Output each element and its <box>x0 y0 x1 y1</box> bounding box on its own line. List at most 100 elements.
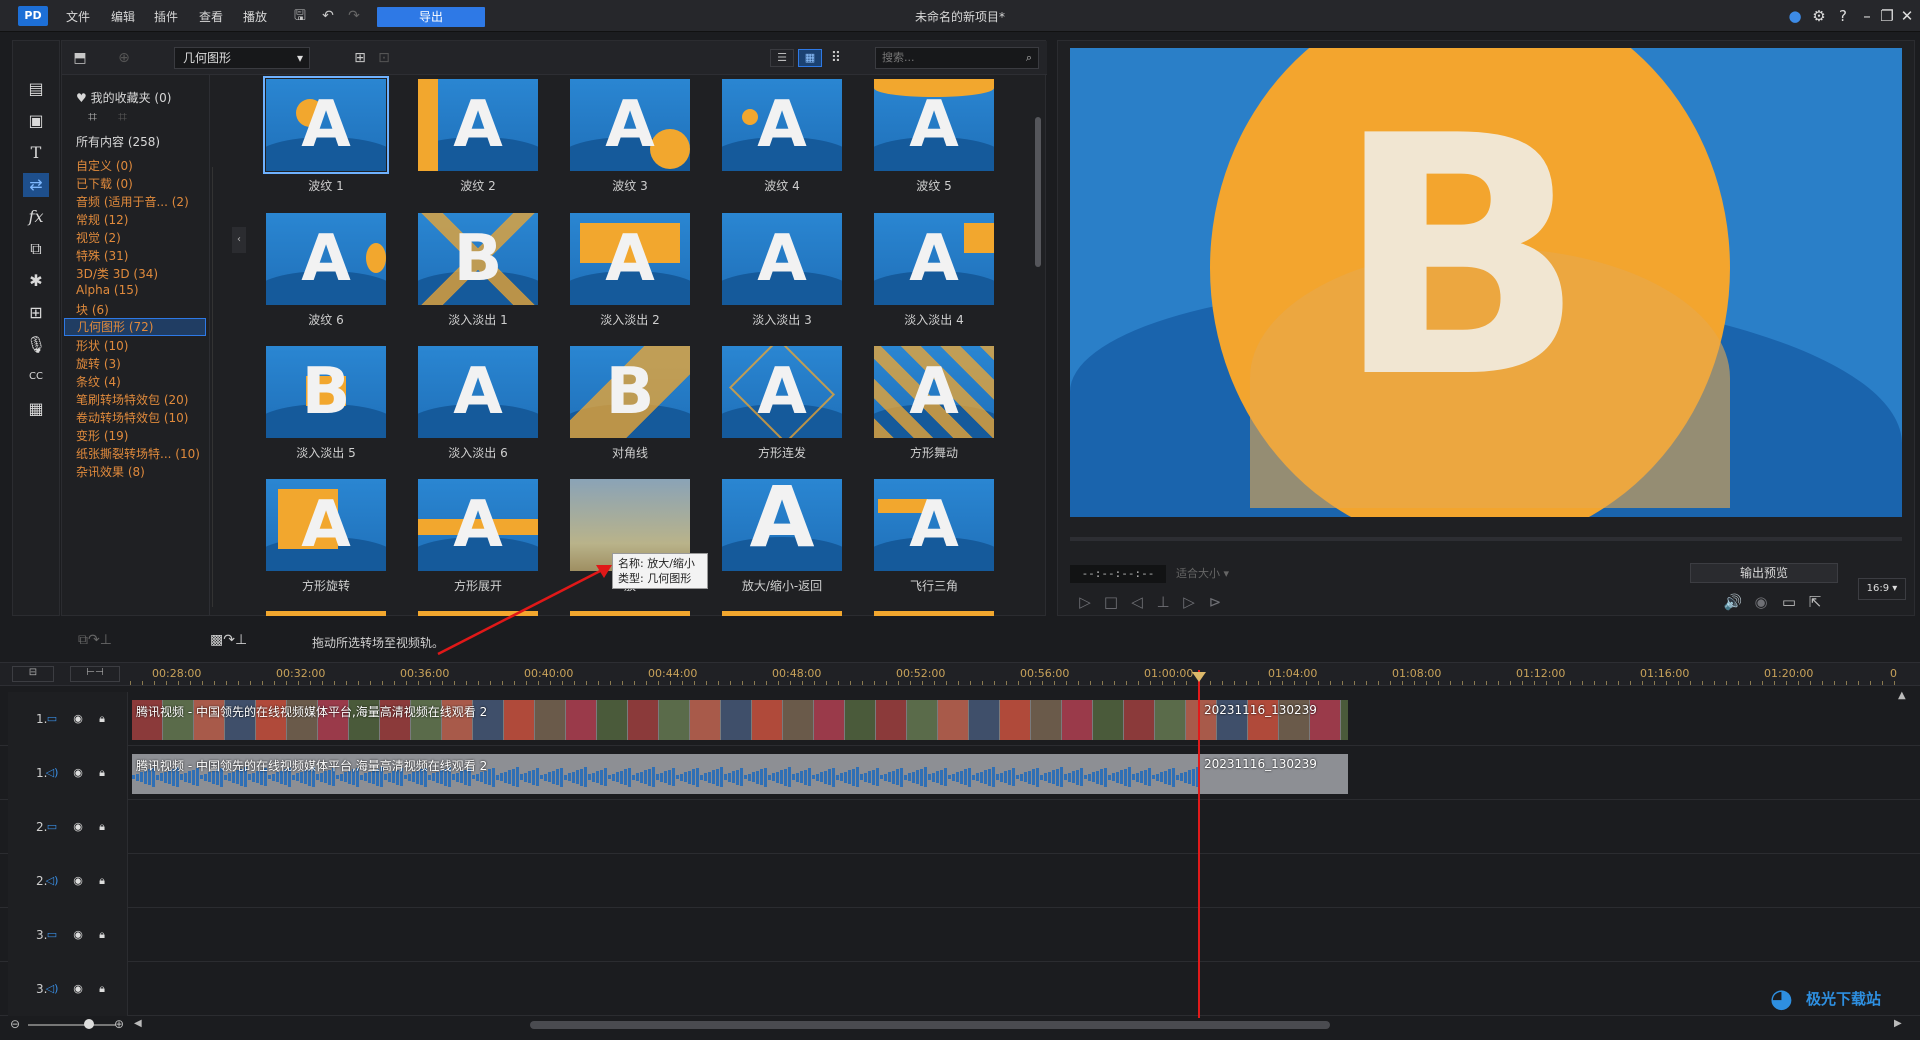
eye-icon[interactable]: ◉ <box>70 874 86 888</box>
zoom-slider-knob[interactable] <box>84 1019 94 1029</box>
scroll-up-icon[interactable]: ▲ <box>1898 690 1906 701</box>
transition-thumbnail-partial[interactable] <box>570 611 690 616</box>
lock-icon[interactable]: 🔒︎ <box>94 766 110 780</box>
aspect-ratio-dropdown[interactable]: 16:9 ▾ <box>1858 578 1906 600</box>
waveform-bar <box>912 771 915 783</box>
lock-icon[interactable]: 🔒︎ <box>94 712 110 726</box>
transition-thumbnail[interactable]: A 放大/缩小-返回 <box>722 479 842 593</box>
transition-preview-image: A <box>570 213 690 305</box>
lock-icon[interactable]: 🔒︎ <box>94 820 110 834</box>
transition-thumbnail-partial[interactable] <box>418 611 538 616</box>
eye-icon[interactable]: ◉ <box>70 982 86 996</box>
next-frame-icon[interactable]: ▷ <box>1178 591 1200 613</box>
close-icon[interactable]: ✕ <box>1896 5 1918 27</box>
restore-icon[interactable]: ❐ <box>1876 5 1898 27</box>
undock-icon[interactable]: ⇱ <box>1804 591 1826 613</box>
subtitle-icon[interactable]: CC <box>23 365 49 389</box>
track-row-video[interactable]: 2. ▭ ◉ 🔒︎ <box>0 800 1920 854</box>
fx-room-icon[interactable]: fx <box>23 205 49 229</box>
title-room-icon[interactable]: T <box>23 141 49 165</box>
minimize-icon[interactable]: – <box>1856 5 1878 27</box>
grid-scrollbar-thumb[interactable] <box>1035 117 1041 267</box>
audio-clip[interactable]: 腾讯视频 - 中国领先的在线视频媒体平台,海量高清视频在线观看 2 202311… <box>132 754 1348 794</box>
volume-icon[interactable]: 🔊 <box>1722 591 1744 613</box>
waveform-bar <box>764 767 767 787</box>
zoom-out-icon[interactable]: ⊖ <box>10 1017 20 1031</box>
grid-scrollbar[interactable] <box>1034 77 1042 613</box>
waveform-bar <box>792 774 795 780</box>
timeline-horizontal-scrollbar[interactable] <box>530 1021 1330 1029</box>
eye-icon[interactable]: ◉ <box>70 928 86 942</box>
transition-thumbnail[interactable]: A 波纹 2 <box>418 79 538 193</box>
eye-icon[interactable]: ◉ <box>70 820 86 834</box>
track-row-audio[interactable]: 3. ◁) ◉ 🔒︎ <box>0 962 1920 1016</box>
lock-icon[interactable]: 🔒︎ <box>94 874 110 888</box>
video-clip[interactable]: 腾讯视频 - 中国领先的在线视频媒体平台,海量高清视频在线观看 2 202311… <box>132 700 1348 740</box>
video-room-icon[interactable]: ▣ <box>23 109 49 133</box>
transition-thumbnail-partial[interactable] <box>874 611 994 616</box>
transition-letter: A <box>453 488 503 562</box>
transition-thumbnail[interactable]: A 波纹 4 <box>722 79 842 193</box>
transition-settings-icon[interactable]: ▩↷⊥ <box>210 632 247 648</box>
transition-thumbnail[interactable]: B 淡入淡出 5 <box>266 346 386 460</box>
playhead[interactable] <box>1198 670 1200 1018</box>
split-icon[interactable]: ⊥ <box>1152 591 1174 613</box>
gear-icon[interactable]: ⚙ <box>1808 5 1830 27</box>
waveform-bar <box>648 768 651 786</box>
eye-icon[interactable]: ◉ <box>70 766 86 780</box>
fast-forward-icon[interactable]: ⊳ <box>1204 591 1226 613</box>
previous-frame-icon[interactable]: ◁ <box>1126 591 1148 613</box>
track-row-audio[interactable]: 2. ◁) ◉ 🔒︎ <box>0 854 1920 908</box>
transition-thumbnail[interactable]: A 淡入淡出 2 <box>570 213 690 327</box>
waveform-bar <box>228 773 231 781</box>
chapter-icon[interactable]: ▦ <box>23 397 49 421</box>
microphone-icon[interactable]: 🎙 <box>23 333 49 357</box>
fit-dropdown[interactable]: 适合大小 ▾ <box>1176 565 1256 583</box>
waveform-bar <box>920 768 923 786</box>
media-room-icon[interactable]: ▤ <box>23 77 49 101</box>
track-manager-icon[interactable]: ⊢⊣ <box>70 666 120 682</box>
transition-thumbnail-partial[interactable] <box>266 611 386 616</box>
transition-thumbnail[interactable]: A 方形展开 <box>418 479 538 593</box>
particle-room-icon[interactable]: ✱ <box>23 269 49 293</box>
transition-room-icon[interactable]: ⇄ <box>23 173 49 197</box>
waveform-bar <box>812 775 815 779</box>
fit-timeline-icon[interactable]: ⊟ <box>12 666 54 682</box>
pip-room-icon[interactable]: ⧉ <box>23 237 49 261</box>
edit-clip-icon[interactable]: ⧉↷⊥ <box>78 632 112 648</box>
transition-thumbnail[interactable]: A 淡入淡出 3 <box>722 213 842 327</box>
waveform-bar <box>132 775 135 779</box>
display-mode-icon[interactable]: ▭ <box>1778 591 1800 613</box>
transition-thumbnail-partial[interactable] <box>722 611 842 616</box>
help-icon[interactable]: ? <box>1832 5 1854 27</box>
snapshot-icon[interactable]: ◉ <box>1750 591 1772 613</box>
stop-icon[interactable]: □ <box>1100 591 1122 613</box>
transition-thumbnail[interactable]: A 淡入淡出 6 <box>418 346 538 460</box>
lock-icon[interactable]: 🔒︎ <box>94 982 110 996</box>
transition-thumbnail[interactable]: A 波纹 6 <box>266 213 386 327</box>
playhead-handle[interactable] <box>1192 672 1206 682</box>
transition-thumbnail[interactable]: A 波纹 5 <box>874 79 994 193</box>
lock-icon[interactable]: 🔒︎ <box>94 928 110 942</box>
play-icon[interactable]: ▷ <box>1074 591 1096 613</box>
zoom-slider[interactable] <box>28 1024 116 1026</box>
transition-thumbnail[interactable]: A 方形连发 <box>722 346 842 460</box>
transition-thumbnail[interactable]: A 方形旋转 <box>266 479 386 593</box>
audio-mix-icon[interactable]: ⊞ <box>23 301 49 325</box>
preview-seek-bar[interactable] <box>1070 537 1902 541</box>
eye-icon[interactable]: ◉ <box>70 712 86 726</box>
transition-thumbnail[interactable]: A 波纹 3 <box>570 79 690 193</box>
transition-thumbnail[interactable]: A 淡入淡出 4 <box>874 213 994 327</box>
transition-thumbnail[interactable]: A 波纹 1 <box>263 76 389 193</box>
transition-thumbnail[interactable]: A 飞行三角 <box>874 479 994 593</box>
transition-thumbnail[interactable]: B 对角线 <box>570 346 690 460</box>
timecode-display[interactable]: --:--:--:-- <box>1070 565 1166 583</box>
transition-thumbnail[interactable]: A 方形舞动 <box>874 346 994 460</box>
zoom-in-icon[interactable]: ⊕ <box>114 1017 124 1031</box>
notification-icon[interactable]: ● <box>1784 5 1806 27</box>
output-preview-button[interactable]: 输出预览 <box>1690 563 1838 583</box>
transition-thumbnail[interactable]: B 淡入淡出 1 <box>418 213 538 327</box>
scroll-left-icon[interactable]: ◀ <box>134 1018 142 1029</box>
track-row-video[interactable]: 3. ▭ ◉ 🔒︎ <box>0 908 1920 962</box>
waveform-bar <box>636 773 639 781</box>
